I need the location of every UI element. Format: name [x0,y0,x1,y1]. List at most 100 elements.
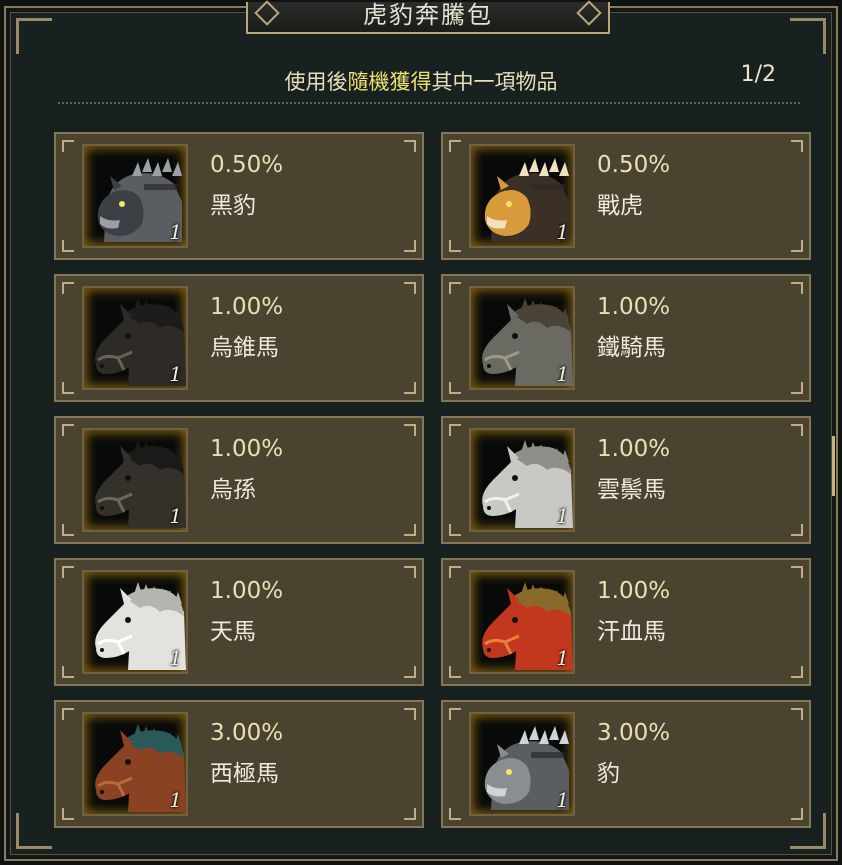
card-corner-bracket [404,140,416,152]
item-drop-rate: 3.00% [597,720,671,746]
card-corner-bracket [62,808,74,820]
card-corner-bracket [404,708,416,720]
next-page-arrow[interactable] [832,436,842,496]
item-name: 天馬 [210,619,256,645]
item-icon-slot[interactable]: 1 [469,428,575,532]
item-quantity: 1 [556,362,569,386]
card-corner-bracket [791,140,803,152]
title-ornament [254,0,280,26]
item-name: 西極馬 [210,761,279,787]
item-quantity: 1 [556,220,569,244]
card-corner-bracket [449,424,461,436]
card-corner-bracket [404,424,416,436]
description-suffix: 其中一項物品 [431,70,558,94]
title-ornament [576,0,602,26]
card-corner-bracket [404,282,416,294]
item-quantity: 1 [556,646,569,670]
frame-corner [790,18,826,54]
card-corner-bracket [449,240,461,252]
description-prefix: 使用後 [284,70,348,94]
card-corner-bracket [791,282,803,294]
card-corner-bracket [404,666,416,678]
card-corner-bracket [404,524,416,536]
card-corner-bracket [62,424,74,436]
card-corner-bracket [62,282,74,294]
item-icon-slot[interactable]: 1 [82,144,188,248]
item-icon-slot[interactable]: 1 [469,286,575,390]
item-quantity: 1 [169,220,182,244]
item-quantity: 1 [556,504,569,528]
card-corner-bracket [449,708,461,720]
card-corner-bracket [791,808,803,820]
pack-title: 虎豹奔騰包 [363,1,493,29]
item-icon-slot[interactable]: 1 [82,712,188,816]
card-corner-bracket [62,140,74,152]
title-plate: 虎豹奔騰包 [246,0,610,34]
reward-pack-panel: 虎豹奔騰包 使用後隨機獲得其中一項物品 1/2 1 0.50% 黑豹 1 0.50% 戰虎… [4,0,838,861]
card-corner-bracket [62,708,74,720]
item-name: 烏錐馬 [210,335,279,361]
item-name: 戰虎 [597,193,643,219]
item-drop-rate: 1.00% [210,578,284,604]
reward-item-card[interactable]: 1 1.00% 烏錐馬 [54,274,424,402]
reward-item-card[interactable]: 1 0.50% 黑豹 [54,132,424,260]
reward-item-card[interactable]: 1 1.00% 雲鬃馬 [441,416,811,544]
card-corner-bracket [449,524,461,536]
item-icon-slot[interactable]: 1 [82,428,188,532]
description-highlight: 隨機獲得 [347,70,432,94]
card-corner-bracket [791,424,803,436]
card-corner-bracket [449,140,461,152]
card-corner-bracket [404,240,416,252]
card-corner-bracket [791,566,803,578]
item-name: 鐵騎馬 [597,335,666,361]
item-name: 雲鬃馬 [597,477,666,503]
item-icon-slot[interactable]: 1 [469,712,575,816]
item-name: 黑豹 [210,193,256,219]
divider [58,102,800,104]
pack-description: 使用後隨機獲得其中一項物品 [6,66,836,96]
card-corner-bracket [449,566,461,578]
reward-item-card[interactable]: 1 1.00% 天馬 [54,558,424,686]
item-quantity: 1 [556,788,569,812]
page-indicator: 1/2 [740,62,776,87]
item-icon-slot[interactable]: 1 [469,144,575,248]
item-drop-rate: 3.00% [210,720,284,746]
reward-item-card[interactable]: 1 3.00% 西極馬 [54,700,424,828]
item-name: 烏孫 [210,477,256,503]
card-corner-bracket [404,808,416,820]
reward-item-card[interactable]: 1 1.00% 汗血馬 [441,558,811,686]
card-corner-bracket [62,240,74,252]
item-name: 汗血馬 [597,619,666,645]
item-quantity: 1 [169,646,182,670]
reward-item-card[interactable]: 1 0.50% 戰虎 [441,132,811,260]
item-icon-slot[interactable]: 1 [469,570,575,674]
card-corner-bracket [449,382,461,394]
item-drop-rate: 1.00% [597,436,671,462]
card-corner-bracket [791,240,803,252]
reward-item-card[interactable]: 1 1.00% 鐵騎馬 [441,274,811,402]
item-icon-slot[interactable]: 1 [82,286,188,390]
card-corner-bracket [62,666,74,678]
card-corner-bracket [791,382,803,394]
item-name: 豹 [597,761,620,787]
card-corner-bracket [449,808,461,820]
card-corner-bracket [791,666,803,678]
item-drop-rate: 1.00% [597,294,671,320]
frame-corner [16,18,52,54]
card-corner-bracket [449,666,461,678]
item-icon-slot[interactable]: 1 [82,570,188,674]
frame-corner [16,813,52,849]
item-drop-rate: 0.50% [210,152,284,178]
item-drop-rate: 1.00% [210,294,284,320]
card-corner-bracket [791,524,803,536]
card-corner-bracket [404,566,416,578]
card-corner-bracket [62,524,74,536]
item-quantity: 1 [169,504,182,528]
item-drop-rate: 1.00% [597,578,671,604]
reward-item-card[interactable]: 1 3.00% 豹 [441,700,811,828]
item-quantity: 1 [169,788,182,812]
reward-item-card[interactable]: 1 1.00% 烏孫 [54,416,424,544]
item-drop-rate: 1.00% [210,436,284,462]
item-quantity: 1 [169,362,182,386]
card-corner-bracket [62,566,74,578]
